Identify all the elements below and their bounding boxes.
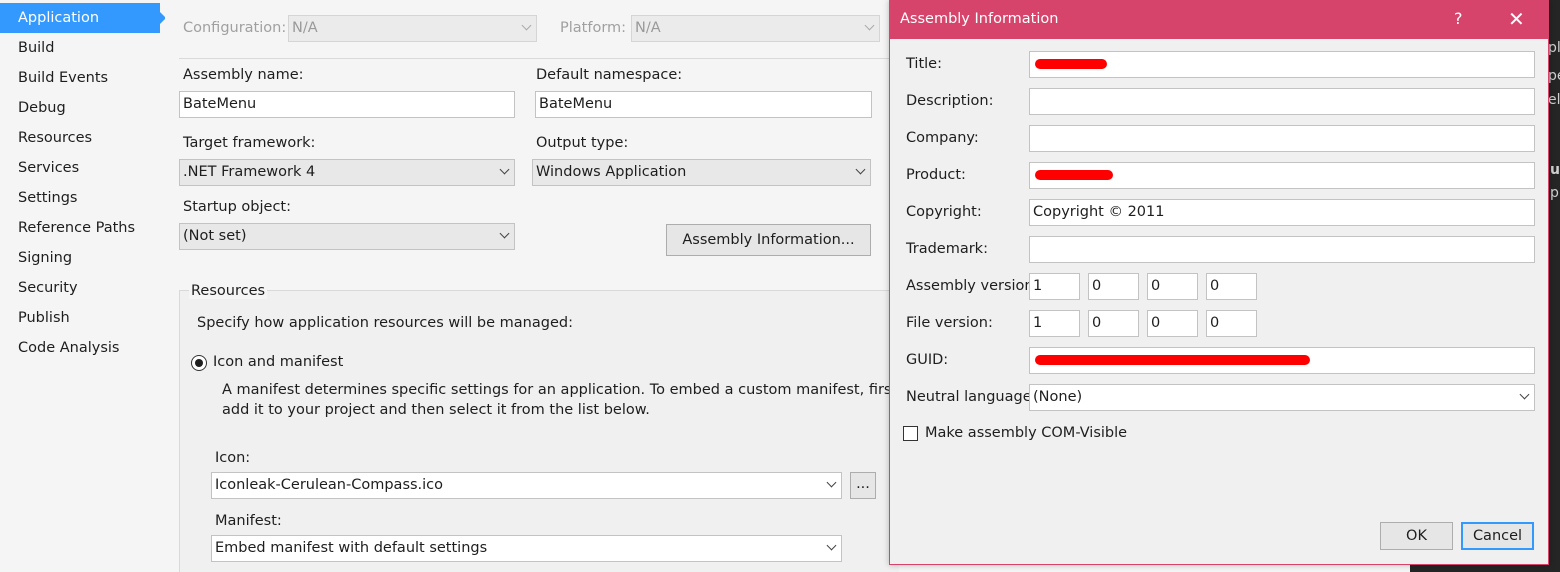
icon-manifest-option-label[interactable]: Icon and manifest xyxy=(213,354,343,370)
startup-object-dropdown[interactable]: (Not set) xyxy=(179,223,515,250)
divider xyxy=(179,58,890,59)
file-version-revision[interactable]: 0 xyxy=(1206,310,1257,337)
sidebar-item-publish[interactable]: Publish xyxy=(0,303,160,333)
chevron-down-icon xyxy=(521,20,532,31)
ok-button[interactable]: OK xyxy=(1380,522,1453,550)
redaction-mark xyxy=(1035,355,1310,365)
help-icon[interactable]: ? xyxy=(1454,9,1463,28)
manifest-label: Manifest: xyxy=(215,513,282,529)
icon-value: Iconleak-Cerulean-Compass.ico xyxy=(215,477,444,493)
chevron-down-icon xyxy=(499,228,510,239)
output-type-label: Output type: xyxy=(536,135,629,151)
manifest-dropdown[interactable]: Embed manifest with default settings xyxy=(211,535,842,562)
chevron-down-icon xyxy=(864,20,875,31)
file-version-minor[interactable]: 0 xyxy=(1088,310,1139,337)
resources-group-label: Resources xyxy=(189,283,268,299)
redaction-mark xyxy=(1035,170,1113,180)
sidebar-item-settings[interactable]: Settings xyxy=(0,183,160,213)
default-namespace-label: Default namespace: xyxy=(536,67,683,83)
background-text-fragment: pl xyxy=(1548,40,1560,56)
sidebar-item-application[interactable]: Application xyxy=(0,3,166,33)
manifest-description-line1: A manifest determines specific settings … xyxy=(222,382,898,398)
background-text-fragment: pe xyxy=(1548,68,1560,84)
assembly-name-input[interactable]: BateMenu xyxy=(179,91,515,118)
chevron-down-icon xyxy=(499,164,510,175)
file-version-build[interactable]: 0 xyxy=(1147,310,1198,337)
target-framework-dropdown[interactable]: .NET Framework 4 xyxy=(179,159,515,186)
neutral-language-value: (None) xyxy=(1033,389,1083,405)
manifest-value: Embed manifest with default settings xyxy=(215,540,488,556)
sidebar-item-build[interactable]: Build xyxy=(0,33,160,63)
configuration-label: Configuration: xyxy=(183,20,287,36)
assembly-version-major[interactable]: 1 xyxy=(1029,273,1080,300)
com-visible-checkbox[interactable] xyxy=(903,426,918,441)
dialog-title-bar: Assembly Information ? ✕ xyxy=(890,1,1548,39)
chevron-down-icon xyxy=(855,164,866,175)
sidebar: Application Build Build Events Debug Res… xyxy=(0,0,166,572)
redaction-mark xyxy=(1035,59,1107,69)
sidebar-item-debug[interactable]: Debug xyxy=(0,93,160,123)
startup-object-value: (Not set) xyxy=(183,228,247,244)
assembly-version-minor[interactable]: 0 xyxy=(1088,273,1139,300)
target-framework-label: Target framework: xyxy=(183,135,316,151)
guid-label: GUID: xyxy=(906,352,949,368)
neutral-language-dropdown[interactable]: (None) xyxy=(1029,384,1535,411)
icon-dropdown[interactable]: Iconleak-Cerulean-Compass.ico xyxy=(211,472,842,499)
neutral-language-label: Neutral language: xyxy=(906,389,1037,405)
company-input[interactable] xyxy=(1029,125,1535,152)
configuration-value: N/A xyxy=(292,20,318,36)
title-label: Title: xyxy=(906,56,942,72)
icon-label: Icon: xyxy=(215,450,251,466)
file-version-label: File version: xyxy=(906,315,993,331)
sidebar-item-signing[interactable]: Signing xyxy=(0,243,160,273)
sidebar-item-resources[interactable]: Resources xyxy=(0,123,160,153)
assembly-information-dialog: Assembly Information ? ✕ Title: Descript… xyxy=(889,0,1549,565)
cancel-button[interactable]: Cancel xyxy=(1461,522,1534,550)
resources-description: Specify how application resources will b… xyxy=(197,315,573,331)
sidebar-item-security[interactable]: Security xyxy=(0,273,160,303)
file-version-major[interactable]: 1 xyxy=(1029,310,1080,337)
manifest-description-line2: add it to your project and then select i… xyxy=(222,402,650,418)
output-type-dropdown[interactable]: Windows Application xyxy=(532,159,871,186)
platform-value: N/A xyxy=(635,20,661,36)
default-namespace-input[interactable]: BateMenu xyxy=(535,91,872,118)
sidebar-item-reference-paths[interactable]: Reference Paths xyxy=(0,213,160,243)
chevron-down-icon xyxy=(826,477,837,488)
configuration-dropdown[interactable]: N/A xyxy=(288,15,537,42)
close-icon[interactable]: ✕ xyxy=(1508,7,1525,31)
assembly-version-label: Assembly version: xyxy=(906,278,1039,294)
background-text-fragment: u xyxy=(1550,162,1560,178)
com-visible-label[interactable]: Make assembly COM-Visible xyxy=(925,425,1127,441)
assembly-version-build[interactable]: 0 xyxy=(1147,273,1198,300)
icon-manifest-radio[interactable] xyxy=(191,355,207,371)
background-text-fragment: el xyxy=(1548,92,1560,108)
description-label: Description: xyxy=(906,93,994,109)
company-label: Company: xyxy=(906,130,979,146)
chevron-down-icon xyxy=(826,540,837,551)
chevron-down-icon xyxy=(1519,389,1530,400)
dialog-title: Assembly Information xyxy=(900,11,1059,27)
output-type-value: Windows Application xyxy=(536,164,687,180)
trademark-input[interactable] xyxy=(1029,236,1535,263)
target-framework-value: .NET Framework 4 xyxy=(183,164,316,180)
trademark-label: Trademark: xyxy=(906,241,988,257)
copyright-label: Copyright: xyxy=(906,204,982,220)
sidebar-item-build-events[interactable]: Build Events xyxy=(0,63,160,93)
application-properties-panel: Configuration: N/A Platform: N/A Assembl… xyxy=(165,0,899,572)
description-input[interactable] xyxy=(1029,88,1535,115)
copyright-input[interactable]: Copyright © 2011 xyxy=(1029,199,1535,226)
platform-dropdown[interactable]: N/A xyxy=(631,15,880,42)
sidebar-item-services[interactable]: Services xyxy=(0,153,160,183)
assembly-information-button[interactable]: Assembly Information... xyxy=(666,224,871,256)
browse-icon-button[interactable]: ... xyxy=(850,472,876,499)
assembly-version-revision[interactable]: 0 xyxy=(1206,273,1257,300)
platform-label: Platform: xyxy=(560,20,627,36)
startup-object-label: Startup object: xyxy=(183,199,291,215)
product-label: Product: xyxy=(906,167,966,183)
background-text-fragment: p xyxy=(1550,185,1559,201)
assembly-name-label: Assembly name: xyxy=(183,67,304,83)
sidebar-item-code-analysis[interactable]: Code Analysis xyxy=(0,333,160,363)
resources-group xyxy=(179,290,899,572)
